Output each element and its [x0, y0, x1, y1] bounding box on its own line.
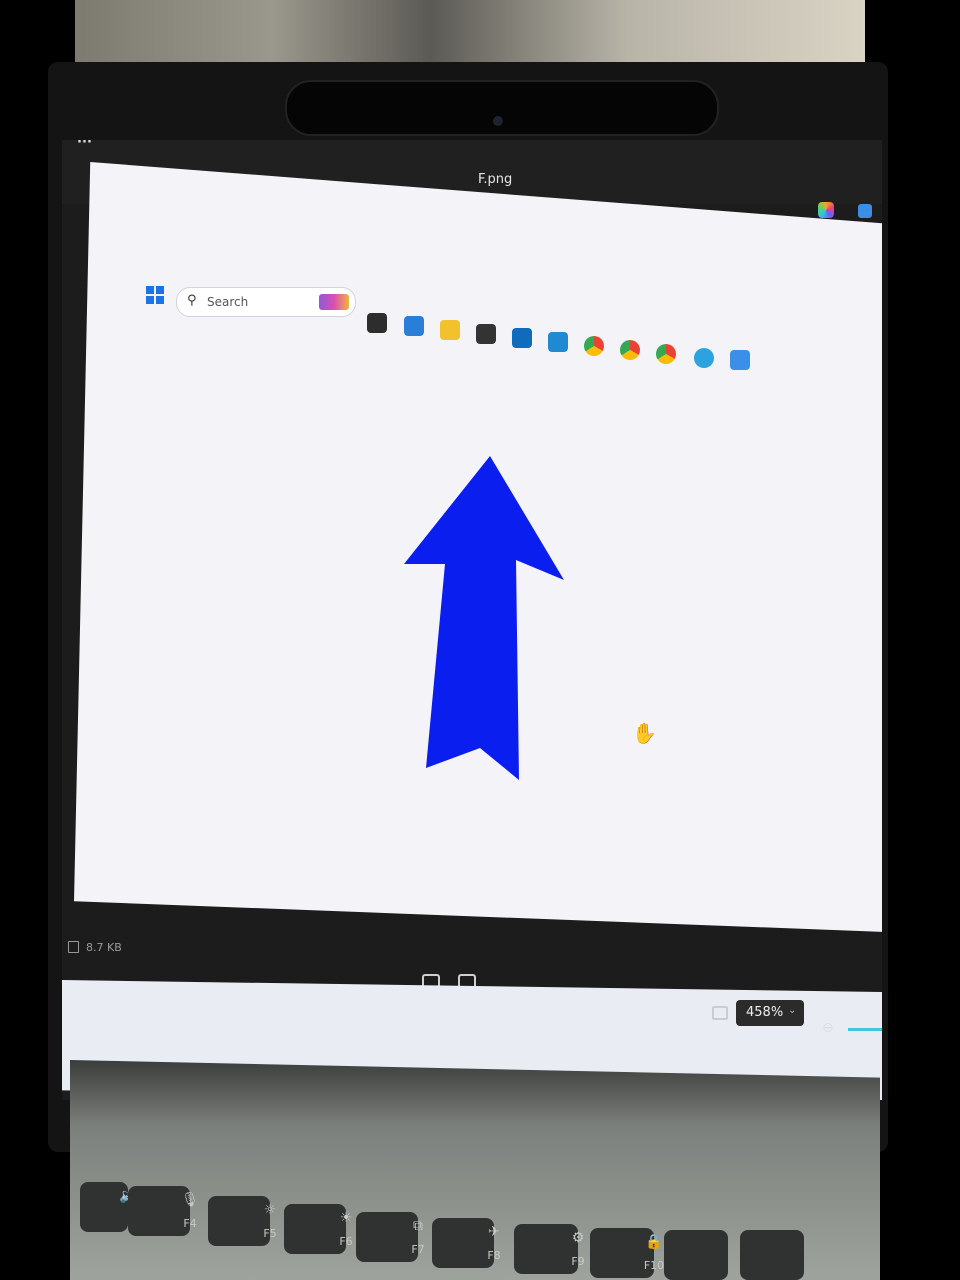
zoom-value: 458%	[746, 1005, 784, 1020]
key-f6[interactable]: ☀ F6	[284, 1204, 353, 1254]
zoom-slider[interactable]	[848, 1028, 882, 1031]
hand-cursor-icon: ✋	[632, 721, 657, 745]
key-f11[interactable]	[664, 1230, 728, 1280]
key-f7[interactable]: ⧉ F7	[356, 1212, 425, 1262]
search-placeholder: Search	[207, 295, 249, 309]
taskbar-search-input[interactable]: ⚲ Search	[176, 287, 356, 317]
telegram-icon[interactable]	[694, 348, 714, 368]
chevron-down-icon: ⌄	[788, 1005, 797, 1016]
key-f8[interactable]: ✈ F8	[432, 1218, 501, 1268]
key-f9[interactable]: ⚙ F9	[514, 1224, 585, 1274]
chrome-profile-p-icon[interactable]	[656, 344, 676, 364]
edit-icon[interactable]	[858, 204, 872, 218]
image-canvas[interactable]: ✋	[74, 162, 882, 932]
zoom-level-select[interactable]: 458% ⌄	[736, 1000, 804, 1026]
file-size: 8.7 KB	[86, 941, 122, 954]
key-f4[interactable]: 🎙 F4	[128, 1186, 199, 1236]
edge-icon[interactable]	[404, 316, 424, 336]
terminal-icon[interactable]	[476, 324, 496, 344]
search-highlight-art	[319, 294, 349, 310]
copilot-icon[interactable]	[818, 202, 834, 218]
arrow-shape	[404, 456, 564, 780]
key-f3[interactable]: 🔈	[80, 1182, 137, 1232]
key-f12[interactable]	[740, 1230, 804, 1280]
key-f10[interactable]: 🔒 F10	[590, 1228, 664, 1278]
vscode-icon[interactable]	[548, 332, 568, 352]
outlook-icon[interactable]	[512, 328, 532, 348]
window-title: F.png	[478, 172, 513, 187]
chrome-icon[interactable]	[584, 336, 604, 356]
blue-up-arrow-image	[404, 456, 564, 780]
zoom-out-icon[interactable]: ⊖	[822, 1020, 834, 1036]
more-options-button[interactable]: ···	[76, 140, 93, 155]
fit-to-window-icon[interactable]	[712, 1006, 728, 1020]
file-explorer-icon[interactable]	[440, 320, 460, 340]
start-windows-icon[interactable]	[146, 286, 164, 304]
laptop-screen: ··· F.png ✋ 8.7 KB ⚲ Search 458% ⌄ ⊖	[62, 140, 882, 1100]
chrome-profile-m-icon[interactable]	[620, 340, 640, 360]
disk-icon	[68, 941, 79, 953]
webcam	[493, 116, 503, 126]
task-view-icon[interactable]	[367, 313, 387, 333]
camera-notch	[285, 80, 719, 136]
status-bar: 8.7 KB	[62, 935, 882, 961]
photos-app-icon[interactable]	[730, 350, 750, 370]
search-icon: ⚲	[187, 293, 197, 308]
key-f5[interactable]: ☼ F5	[208, 1196, 277, 1246]
